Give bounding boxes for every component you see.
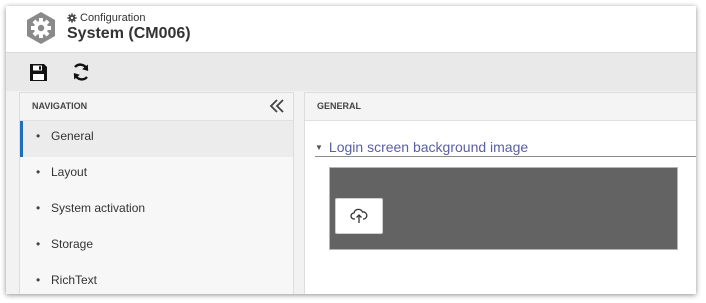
bullet-icon: • [36, 237, 41, 251]
refresh-button[interactable] [68, 59, 94, 85]
bullet-icon: • [36, 129, 41, 143]
nav-item-richtext[interactable]: • RichText [20, 265, 293, 294]
main-header: GENERAL [305, 93, 696, 121]
nav-item-label: Layout [51, 165, 88, 179]
bullet-icon: • [36, 165, 41, 179]
upload-button[interactable] [335, 198, 383, 234]
save-button[interactable] [25, 59, 51, 85]
navigation-panel: NAVIGATION • General • Layout • System a… [19, 92, 294, 294]
gear-icon [67, 13, 77, 23]
caret-down-icon: ▼ [315, 142, 323, 152]
cloud-upload-icon [350, 208, 368, 223]
bullet-icon: • [36, 273, 41, 287]
bullet-icon: • [36, 201, 41, 215]
nav-item-label: General [51, 129, 94, 143]
nav-item-system-activation[interactable]: • System activation [20, 193, 293, 229]
nav-item-general[interactable]: • General [20, 121, 293, 157]
breadcrumb: Configuration [67, 12, 145, 24]
double-chevron-left-icon[interactable] [269, 98, 285, 114]
save-icon [29, 63, 47, 81]
nav-item-label: RichText [51, 273, 98, 287]
section-toggle[interactable]: ▼ Login screen background image [315, 139, 696, 157]
nav-item-storage[interactable]: • Storage [20, 229, 293, 265]
nav-item-label: Storage [51, 237, 94, 251]
nav-item-layout[interactable]: • Layout [20, 157, 293, 193]
gear-logo-icon [27, 12, 55, 44]
app-window: Configuration System (CM006) NAVIGATION [6, 6, 696, 294]
breadcrumb-label: Configuration [80, 12, 146, 24]
page-title: System (CM006) [67, 25, 191, 42]
navigation-header: NAVIGATION [20, 93, 293, 121]
navigation-heading: NAVIGATION [32, 101, 88, 111]
section-title: Login screen background image [328, 139, 529, 155]
refresh-icon [73, 63, 89, 81]
background-image-preview [329, 167, 678, 250]
page-header: Configuration System (CM006) [6, 6, 696, 53]
toolbar [6, 53, 696, 91]
main-panel: GENERAL ▼ Login screen background image [304, 92, 696, 294]
nav-item-label: System activation [51, 201, 146, 215]
